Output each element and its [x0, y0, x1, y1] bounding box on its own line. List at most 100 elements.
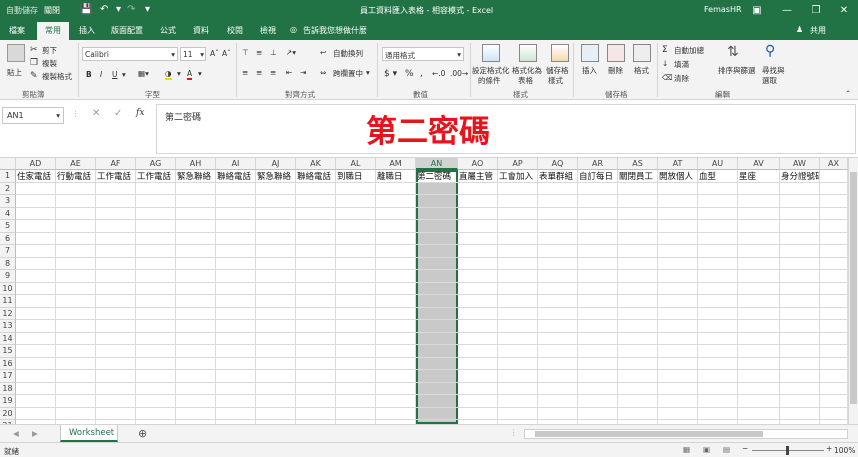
header-cell[interactable]: 開放個人	[658, 171, 697, 183]
ribbon-display-icon[interactable]: ▣	[742, 0, 772, 22]
new-sheet-icon[interactable]: ⊕	[138, 427, 147, 440]
header-cell[interactable]: 直屬主管	[458, 171, 497, 183]
column-header[interactable]: AI	[216, 158, 256, 170]
restore-button[interactable]: ❐	[801, 0, 831, 22]
tab-home[interactable]: 常用	[37, 22, 69, 40]
undo-icon[interactable]: ↶	[100, 4, 108, 15]
paste-icon[interactable]	[7, 44, 25, 62]
header-cell[interactable]: 行動電話	[56, 171, 95, 183]
column-header[interactable]: AQ	[538, 158, 578, 170]
delete-cells-button[interactable]: 刪除	[608, 65, 623, 76]
number-format-select[interactable]: 通用格式 ▾	[382, 47, 464, 61]
find-select-icon[interactable]: ⚲	[765, 44, 775, 58]
cut-icon[interactable]: ✂	[30, 44, 38, 56]
copy-button[interactable]: 複製	[42, 58, 57, 69]
merge-center-icon[interactable]: ⇔	[320, 68, 326, 77]
tab-page-layout[interactable]: 版面配置	[111, 25, 143, 36]
underline-dropdown-icon[interactable]: ▾	[122, 70, 126, 79]
formula-input[interactable]: 第二密碼	[156, 104, 856, 154]
borders-icon[interactable]: ▦▾	[138, 69, 149, 78]
orientation-icon[interactable]: ↗▾	[286, 48, 296, 57]
align-top-icon[interactable]: ⊤	[242, 48, 249, 57]
zoom-out-icon[interactable]: −	[742, 444, 748, 453]
column-header[interactable]: AR	[578, 158, 618, 170]
delete-cells-icon[interactable]	[607, 44, 625, 62]
zoom-slider-thumb[interactable]	[786, 446, 789, 455]
font-color-icon[interactable]: A	[187, 69, 193, 80]
header-cell[interactable]: 緊急聯絡	[176, 171, 215, 183]
header-cell[interactable]: 表單群組	[538, 171, 577, 183]
user-name[interactable]: FemasHR	[704, 5, 742, 14]
column-header[interactable]: AM	[376, 158, 416, 170]
header-cell[interactable]: 工作電話	[136, 171, 175, 183]
row-header[interactable]: 2	[0, 182, 16, 195]
column-header[interactable]: AS	[618, 158, 658, 170]
select-all-corner[interactable]	[0, 158, 16, 170]
header-cell[interactable]: 第二密碼	[416, 171, 457, 183]
fill-color-dropdown-icon[interactable]: ▾	[177, 69, 181, 78]
row-header[interactable]: 6	[0, 232, 16, 245]
undo-dropdown-icon[interactable]: ▾	[116, 4, 121, 15]
insert-cells-icon[interactable]	[581, 44, 599, 62]
row-header[interactable]: 8	[0, 257, 16, 270]
column-header[interactable]: AJ	[256, 158, 296, 170]
column-header[interactable]: AL	[336, 158, 376, 170]
format-as-table-icon[interactable]	[519, 44, 537, 62]
paste-button[interactable]: 貼上	[7, 67, 22, 78]
fill-icon[interactable]: ↓	[662, 59, 668, 68]
vertical-scrollbar[interactable]	[848, 158, 858, 424]
font-size-select[interactable]: 11 ▾	[180, 47, 206, 61]
format-painter-icon[interactable]: ✎	[30, 70, 38, 82]
fill-color-icon[interactable]: ◑	[165, 69, 172, 80]
tab-data[interactable]: 資料	[193, 25, 209, 36]
row-header[interactable]: 3	[0, 195, 16, 208]
column-header[interactable]: AE	[56, 158, 96, 170]
shrink-font-icon[interactable]: Aˇ	[222, 49, 231, 58]
cell-styles-button-l2[interactable]: 樣式	[548, 75, 563, 86]
row-header[interactable]: 19	[0, 395, 16, 408]
zoom-level[interactable]: 100%	[834, 446, 855, 455]
format-cells-button[interactable]: 格式	[634, 65, 649, 76]
row-header[interactable]: 7	[0, 245, 16, 258]
grow-font-icon[interactable]: Aˆ	[210, 49, 219, 58]
row-header[interactable]: 12	[0, 307, 16, 320]
close-button[interactable]: ✕	[829, 0, 858, 22]
header-cell[interactable]: 工會加入	[498, 171, 537, 183]
bold-icon[interactable]: B	[86, 70, 92, 79]
align-right-icon[interactable]: ≡	[270, 68, 276, 77]
scroll-left-icon[interactable]: ◀	[13, 429, 19, 438]
zoom-in-icon[interactable]: +	[826, 444, 832, 453]
header-cell[interactable]: 關閉員工	[618, 171, 657, 183]
copy-icon[interactable]: ❐	[30, 57, 38, 69]
page-break-view-icon[interactable]: ▤	[723, 445, 730, 454]
format-as-table-button-l2[interactable]: 表格	[518, 75, 533, 86]
tab-insert[interactable]: 插入	[79, 25, 95, 36]
currency-icon[interactable]: $ ▾	[384, 69, 397, 79]
autosum-button[interactable]: 自動加總	[674, 45, 704, 56]
row-header[interactable]: 1	[0, 170, 16, 183]
header-cell[interactable]: 血型	[698, 171, 737, 183]
clear-button[interactable]: 清除	[674, 73, 689, 84]
row-header[interactable]: 20	[0, 407, 16, 420]
insert-cells-button[interactable]: 插入	[582, 65, 597, 76]
underline-icon[interactable]: U	[112, 70, 118, 79]
row-header[interactable]: 11	[0, 295, 16, 308]
header-cell[interactable]: 自訂每日	[578, 171, 617, 183]
header-cell[interactable]: 工作電話	[96, 171, 135, 183]
align-center-icon[interactable]: ≡	[256, 68, 262, 77]
column-header[interactable]: AK	[296, 158, 336, 170]
sheet-tab-worksheet[interactable]: Worksheet	[60, 425, 118, 442]
row-header[interactable]: 18	[0, 382, 16, 395]
column-header[interactable]: AX	[820, 158, 848, 170]
align-middle-icon[interactable]: ≡	[256, 48, 262, 57]
wrap-text-button[interactable]: 自動換列	[333, 48, 363, 59]
column-header[interactable]: AU	[698, 158, 738, 170]
find-select-button-l2[interactable]: 選取	[762, 75, 777, 86]
percent-icon[interactable]: %	[405, 69, 414, 79]
vertical-scrollbar-thumb[interactable]	[850, 172, 857, 404]
decrease-indent-icon[interactable]: ⇤	[286, 68, 292, 77]
tab-review[interactable]: 校閱	[227, 25, 243, 36]
redo-icon[interactable]: ↷	[127, 4, 135, 15]
header-cell[interactable]: 住家電話	[16, 171, 55, 183]
tell-me-box[interactable]: 告訴我您想做什麼	[303, 25, 367, 36]
